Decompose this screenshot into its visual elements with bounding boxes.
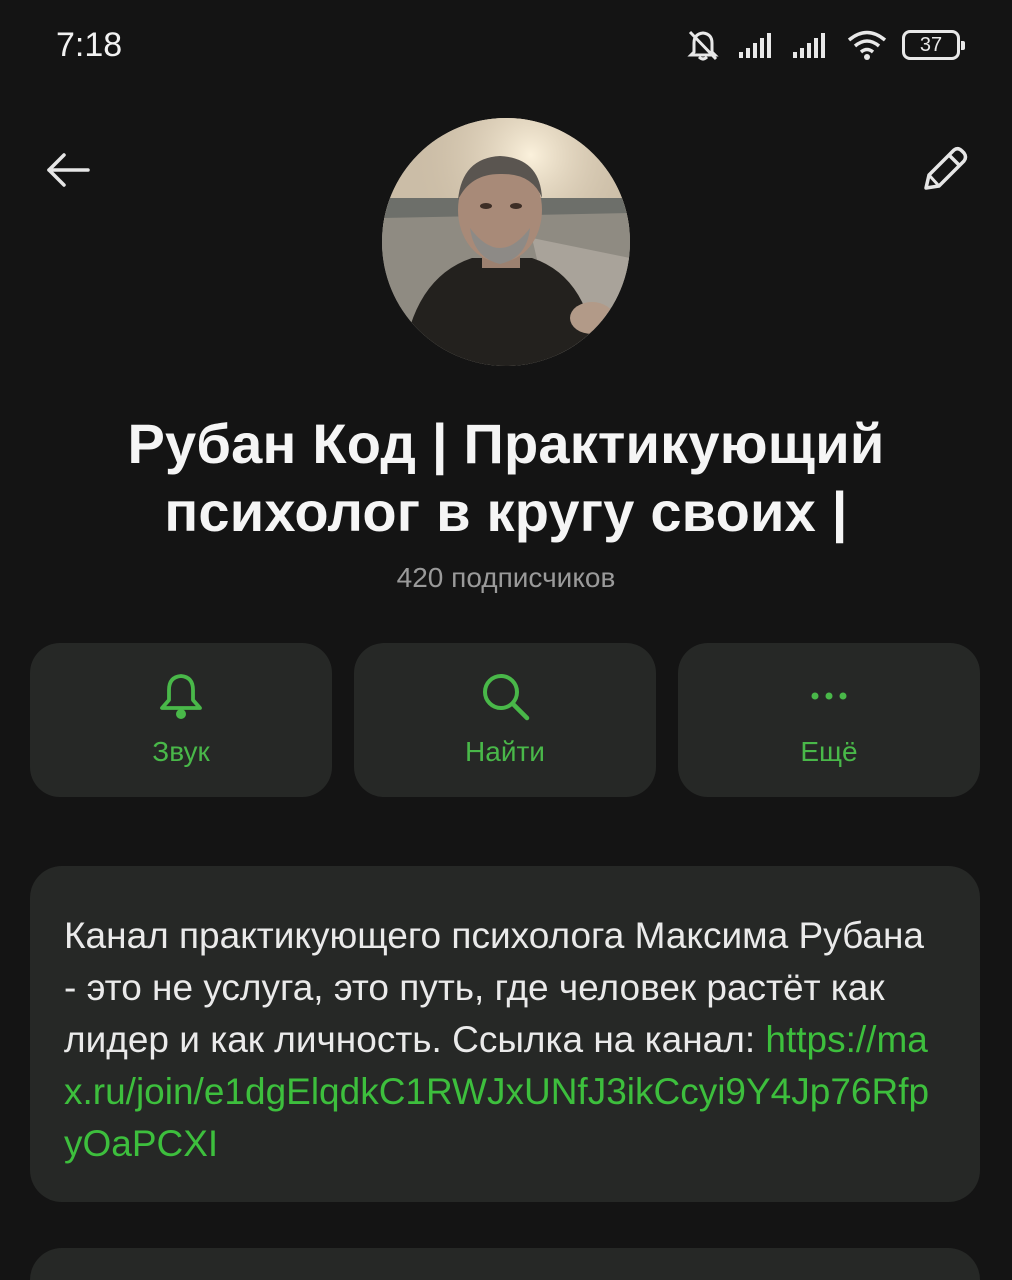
signal-icon [738,30,778,60]
more-icon [807,668,851,724]
channel-title: Рубан Код | Практикующий психолог в круг… [40,410,972,546]
battery-level: 37 [919,33,943,56]
battery-icon: 37 [902,30,965,60]
search-label: Найти [465,736,545,767]
avatar[interactable] [382,118,630,366]
subscriber-count: 420 подписчиков [396,562,616,593]
status-time: 7:18 [56,26,123,64]
profile-photo [382,118,630,366]
search-button[interactable]: Найти [354,643,656,797]
more-button[interactable]: Ещё [678,643,980,797]
arrow-left-icon [47,153,90,187]
description-card: Канал практикующего психолога Максима Ру… [30,866,980,1202]
edit-button[interactable] [914,140,974,200]
search-icon [478,668,532,724]
channel-profile-screen: 7:18 37 Рубан Код | Практикующий психоло… [0,0,1012,1280]
channel-title-line2: психолог в кругу своих | [164,480,848,543]
sound-button[interactable]: Звук [30,643,332,797]
signal-icon [792,30,832,60]
status-icons: 37 [684,28,965,62]
info-card [30,1248,980,1280]
status-bar: 7:18 37 [0,0,1012,90]
more-label: Ещё [800,736,858,767]
pencil-icon [924,146,968,190]
back-button[interactable] [40,142,96,198]
mute-icon [684,28,724,62]
channel-title-line1: Рубан Код | Практикующий [127,412,885,475]
action-bar: Звук Найти Ещё [30,643,980,797]
description-text: Канал практикующего психолога Максима Ру… [64,910,946,1170]
wifi-icon [846,29,888,61]
bell-icon [155,668,207,724]
sound-label: Звук [152,736,210,767]
